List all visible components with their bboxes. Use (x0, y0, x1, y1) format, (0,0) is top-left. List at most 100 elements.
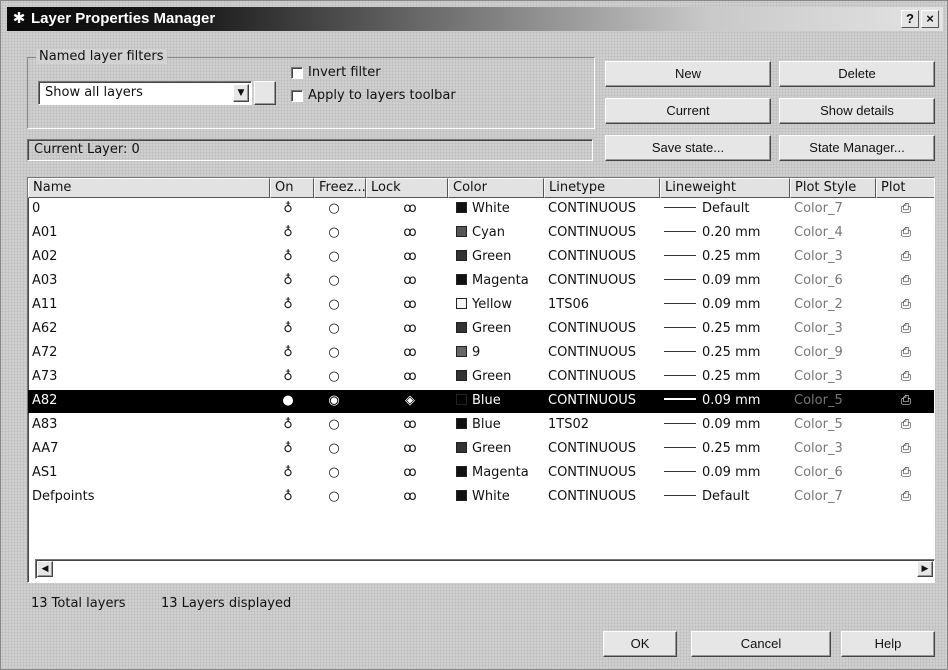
title-bar[interactable]: ✱ Layer Properties Manager ? × (7, 7, 943, 31)
layer-linetype[interactable]: CONTINUOUS (548, 201, 636, 216)
layer-lineweight-cell[interactable]: 0.09 mm (664, 417, 760, 432)
layer-row[interactable]: 0 ♁ ○ ꝏ White CONTINUOUS Default Color_7 ⎙ (28, 198, 934, 221)
horizontal-scrollbar[interactable]: ◀ ▶ (35, 559, 935, 579)
layer-color-cell[interactable]: Blue (456, 393, 501, 408)
layer-color-cell[interactable]: 9 (456, 345, 480, 360)
layer-lineweight-cell[interactable]: 0.09 mm (664, 273, 760, 288)
layer-name[interactable]: A83 (32, 417, 57, 432)
sun-icon[interactable]: ○ (324, 369, 344, 384)
layer-lineweight-cell[interactable]: 0.25 mm (664, 321, 760, 336)
layer-color-cell[interactable]: Blue (456, 417, 501, 432)
layer-name[interactable]: A73 (32, 369, 57, 384)
unlocked-padlock-icon[interactable]: ꝏ (400, 249, 420, 264)
column-header-plot-style[interactable]: Plot Style (790, 178, 876, 198)
printer-icon[interactable]: ⎙ (896, 417, 916, 432)
layer-linetype[interactable]: CONTINUOUS (548, 441, 636, 456)
lightbulb-icon[interactable]: ♁ (278, 489, 298, 504)
lightbulb-icon[interactable]: ♁ (278, 225, 298, 240)
sun-icon[interactable]: ◉ (324, 393, 344, 408)
sun-icon[interactable]: ○ (324, 249, 344, 264)
column-header-plot[interactable]: Plot (876, 178, 934, 198)
sun-icon[interactable]: ○ (324, 417, 344, 432)
column-header-linetype[interactable]: Linetype (544, 178, 660, 198)
layer-row[interactable]: A82 ● ◉ ◈ Blue CONTINUOUS 0.09 mm Color_5 ⎙ (28, 390, 934, 413)
sun-icon[interactable]: ○ (324, 441, 344, 456)
layer-lineweight-cell[interactable]: 0.20 mm (664, 225, 760, 240)
ok-button[interactable]: OK (603, 631, 677, 657)
printer-icon[interactable]: ⎙ (896, 345, 916, 360)
sun-icon[interactable]: ○ (324, 201, 344, 216)
apply-toolbar-checkbox[interactable]: Apply to layers toolbar (291, 88, 456, 103)
layer-lineweight-cell[interactable]: Default (664, 489, 750, 504)
unlocked-padlock-icon[interactable]: ꝏ (400, 345, 420, 360)
filter-browse-button[interactable] (254, 81, 276, 105)
sun-icon[interactable]: ○ (324, 345, 344, 360)
layer-color-cell[interactable]: Green (456, 249, 511, 264)
layer-lineweight-cell[interactable]: 0.25 mm (664, 249, 760, 264)
layer-row[interactable]: AA7 ♁ ○ ꝏ Green CONTINUOUS 0.25 mm Color_3 ⎙ (28, 438, 934, 461)
layer-color-cell[interactable]: Yellow (456, 297, 512, 312)
unlocked-padlock-icon[interactable]: ꝏ (400, 225, 420, 240)
unlocked-padlock-icon[interactable]: ꝏ (400, 465, 420, 480)
unlocked-padlock-icon[interactable]: ꝏ (400, 417, 420, 432)
scroll-left-icon[interactable]: ◀ (37, 561, 53, 577)
lightbulb-icon[interactable]: ♁ (278, 273, 298, 288)
lightbulb-icon[interactable]: ♁ (278, 249, 298, 264)
lightbulb-icon[interactable]: ♁ (278, 345, 298, 360)
column-header-color[interactable]: Color (448, 178, 544, 198)
sun-icon[interactable]: ○ (324, 225, 344, 240)
set-current-button[interactable]: Current (605, 98, 771, 124)
layer-linetype[interactable]: CONTINUOUS (548, 249, 636, 264)
printer-icon[interactable]: ⎙ (896, 297, 916, 312)
layer-name[interactable]: A02 (32, 249, 57, 264)
unlocked-padlock-icon[interactable]: ꝏ (400, 273, 420, 288)
scroll-track[interactable] (54, 561, 744, 577)
column-header-on[interactable]: On (270, 178, 314, 198)
show-details-button[interactable]: Show details (779, 98, 935, 124)
invert-filter-checkbox[interactable]: Invert filter (291, 65, 381, 80)
lightbulb-icon[interactable]: ♁ (278, 369, 298, 384)
layer-lineweight-cell[interactable]: Default (664, 201, 750, 216)
unlocked-padlock-icon[interactable]: ꝏ (400, 297, 420, 312)
printer-icon[interactable]: ⎙ (896, 393, 916, 408)
layer-row[interactable]: A01 ♁ ○ ꝏ Cyan CONTINUOUS 0.20 mm Color_4 ⎙ (28, 222, 934, 245)
unlocked-padlock-icon[interactable]: ꝏ (400, 441, 420, 456)
layer-name[interactable]: AS1 (32, 465, 57, 480)
layer-color-cell[interactable]: Magenta (456, 273, 529, 288)
layer-color-cell[interactable]: White (456, 201, 510, 216)
layer-row[interactable]: A73 ♁ ○ ꝏ Green CONTINUOUS 0.25 mm Color_3 ⎙ (28, 366, 934, 389)
lightbulb-icon[interactable]: ♁ (278, 321, 298, 336)
printer-icon[interactable]: ⎙ (896, 249, 916, 264)
layer-name[interactable]: A01 (32, 225, 57, 240)
chevron-down-icon[interactable]: ▼ (233, 84, 249, 102)
printer-icon[interactable]: ⎙ (896, 273, 916, 288)
unlocked-padlock-icon[interactable]: ꝏ (400, 489, 420, 504)
layer-linetype[interactable]: CONTINUOUS (548, 345, 636, 360)
lightbulb-icon[interactable]: ♁ (278, 297, 298, 312)
layer-row[interactable]: A11 ♁ ○ ꝏ Yellow 1TS06 0.09 mm Color_2 ⎙ (28, 294, 934, 317)
layer-name[interactable]: A11 (32, 297, 57, 312)
layer-linetype[interactable]: CONTINUOUS (548, 489, 636, 504)
layer-color-cell[interactable]: Green (456, 321, 511, 336)
layer-linetype[interactable]: CONTINUOUS (548, 369, 636, 384)
layer-row[interactable]: A83 ♁ ○ ꝏ Blue 1TS02 0.09 mm Color_5 ⎙ (28, 414, 934, 437)
sun-icon[interactable]: ○ (324, 273, 344, 288)
layer-row[interactable]: Defpoints ♁ ○ ꝏ White CONTINUOUS Default Color_… (28, 486, 934, 509)
lightbulb-icon[interactable]: ● (278, 393, 298, 408)
layer-linetype[interactable]: CONTINUOUS (548, 225, 636, 240)
printer-icon[interactable]: ⎙ (896, 489, 916, 504)
unlocked-padlock-icon[interactable]: ꝏ (400, 369, 420, 384)
layer-color-cell[interactable]: Cyan (456, 225, 505, 240)
layer-name[interactable]: A03 (32, 273, 57, 288)
layer-name[interactable]: A82 (32, 393, 57, 408)
column-header-lock[interactable]: Lock (366, 178, 448, 198)
layer-color-cell[interactable]: Green (456, 369, 511, 384)
unlocked-padlock-icon[interactable]: ꝏ (400, 201, 420, 216)
layer-color-cell[interactable]: Magenta (456, 465, 529, 480)
layer-name[interactable]: A62 (32, 321, 57, 336)
lightbulb-icon[interactable]: ♁ (278, 441, 298, 456)
layer-row[interactable]: A72 ♁ ○ ꝏ 9 CONTINUOUS 0.25 mm Color_9 ⎙ (28, 342, 934, 365)
sun-icon[interactable]: ○ (324, 489, 344, 504)
layer-linetype[interactable]: CONTINUOUS (548, 393, 636, 408)
printer-icon[interactable]: ⎙ (896, 441, 916, 456)
